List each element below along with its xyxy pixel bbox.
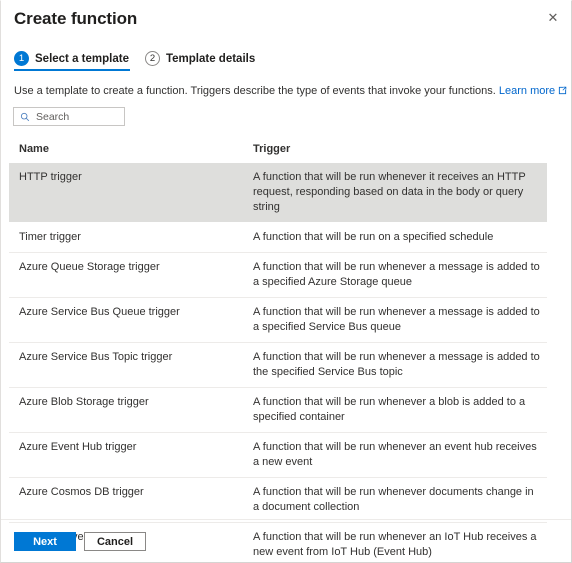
cell-template-name: Azure Cosmos DB trigger [19,486,144,498]
learn-more-link[interactable]: Learn more [499,85,555,97]
cell-trigger-description: A function that will be run on a specifi… [253,231,494,243]
table-row[interactable]: Azure Cosmos DB trigger A function that w… [9,477,547,522]
table-row[interactable]: Azure Event Hub trigger A function that w… [9,432,547,477]
column-header-name: Name [19,143,49,155]
external-link-icon [558,86,567,98]
close-icon[interactable]: ✕ [542,6,564,28]
cell-trigger-description: A function that will be run whenever a b… [253,396,526,423]
cell-template-name: Azure Queue Storage trigger [19,261,160,273]
step-number-badge: 2 [144,51,160,66]
cell-trigger-description: A function that will be run whenever an … [253,531,537,558]
step-select-a-template[interactable]: 1 Select a template [14,51,130,71]
table-header-row: Name Trigger [9,141,547,161]
cell-template-name: Azure Service Bus Queue trigger [19,306,180,318]
cell-trigger-description: A function that will be run whenever an … [253,441,537,468]
footer-divider [1,519,571,520]
next-button[interactable]: Next [14,532,76,551]
search-box[interactable] [13,107,125,126]
description-body: Use a template to create a function. Tri… [14,85,496,97]
page-title: Create function [14,9,138,28]
cell-trigger-description: A function that will be run whenever it … [253,171,526,213]
cell-trigger-description: A function that will be run whenever doc… [253,486,534,513]
table-row[interactable]: Azure Service Bus Topic trigger A functio… [9,342,547,387]
table-body: HTTP trigger A function that will be run … [9,163,547,562]
cancel-button[interactable]: Cancel [84,532,146,551]
dialog-header: Create function ✕ [1,1,571,39]
cell-template-name: Azure Event Hub trigger [19,441,137,453]
cell-trigger-description: A function that will be run whenever a m… [253,351,540,378]
table-row[interactable]: Azure Service Bus Queue trigger A functio… [9,297,547,342]
table-row[interactable]: HTTP trigger A function that will be run … [9,163,547,222]
search-input[interactable] [36,110,112,123]
create-function-dialog: Create function ✕ 1 Select a template 2 … [0,0,572,563]
cell-template-name: Timer trigger [19,231,81,243]
templates-table: Name Trigger HTTP trigger A function that… [9,141,547,562]
wizard-steps: 1 Select a template 2 Template details [14,51,255,71]
search-icon [20,112,30,122]
step-label: Template details [165,52,256,65]
step-label: Select a template [35,52,129,65]
column-header-trigger: Trigger [253,143,291,155]
step-number-badge: 1 [14,51,29,66]
cell-trigger-description: A function that will be run whenever a m… [253,261,540,288]
cell-template-name: Azure Blob Storage trigger [19,396,149,408]
table-row[interactable]: Azure Blob Storage trigger A function tha… [9,387,547,432]
cell-template-name: HTTP trigger [19,171,82,183]
cell-template-name: Azure Service Bus Topic trigger [19,351,173,363]
dialog-footer: Next Cancel [14,532,146,551]
cell-trigger-description: A function that will be run whenever a m… [253,306,540,333]
table-row[interactable]: Timer trigger A function that will be run… [9,222,547,252]
table-row[interactable]: Azure Queue Storage trigger A function th… [9,252,547,297]
description-text: Use a template to create a function. Tri… [14,85,567,98]
step-template-details[interactable]: 2 Template details [144,51,256,71]
